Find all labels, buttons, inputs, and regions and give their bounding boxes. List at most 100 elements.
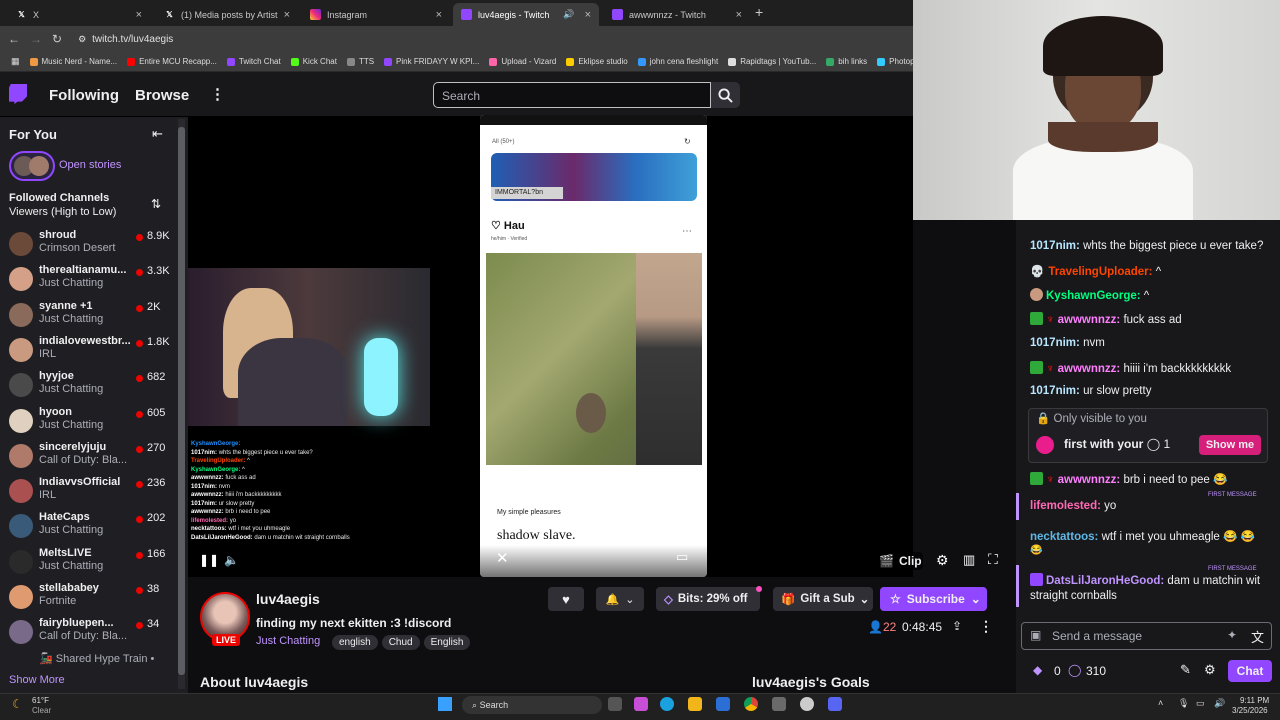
search-input[interactable]: Search [433,82,711,108]
notifications-button[interactable]: 🔔 ⌄ [596,587,644,611]
file-explorer-icon[interactable] [688,697,702,711]
store-icon[interactable] [716,697,730,711]
app-icon[interactable] [800,697,814,711]
more-vertical-icon[interactable]: ⋮ [210,85,225,103]
stream-category[interactable]: Just Chatting [256,635,320,647]
close-icon[interactable]: × [136,9,142,21]
bookmark-9[interactable]: john cena fleshlight [633,57,724,66]
sidebar-channel[interactable]: stellababey Fortnite 38 [0,582,178,617]
new-tab-button[interactable]: + [755,4,763,20]
search-button[interactable] [711,82,740,108]
apps-icon[interactable]: ▦ [6,56,25,67]
sort-label[interactable]: Viewers (High to Low) [9,206,116,218]
tag[interactable]: Chud [381,635,420,650]
bookmark-5[interactable]: TTS [342,57,379,66]
close-icon[interactable]: × [436,9,442,21]
settings-icon[interactable]: ⚙ [936,552,949,569]
bookmark-11[interactable]: bih links [821,57,872,66]
app-icon[interactable] [772,697,786,711]
sidebar-channel[interactable]: therealtianamu... Just Chatting 3.3K [0,264,178,299]
bookmark-10[interactable]: Rapidtags | YouTub... [723,57,821,66]
weather-temp[interactable]: 61°F [32,696,49,705]
mic-icon[interactable]: 🎙 [1178,698,1189,709]
bell-icon: 🔔 [605,593,620,606]
taskbar-search[interactable]: ⌕ Search [462,696,602,714]
tab-x[interactable]: 𝕏 X × [8,3,150,26]
close-icon[interactable]: × [736,9,742,21]
speaker-icon[interactable]: 🔊 [563,9,574,20]
show-me-button[interactable]: Show me [1199,435,1261,455]
stories-avatars[interactable] [9,151,55,181]
bookmark-3[interactable]: Twitch Chat [222,57,286,66]
theatre-mode-icon[interactable]: ▥ [963,552,975,568]
chrome-icon[interactable] [744,697,758,711]
sidebar-channel[interactable]: hyoon Just Chatting 605 [0,406,178,441]
sidebar-scrollbar[interactable] [178,119,185,689]
pen-icon[interactable]: ✎ [1180,662,1191,678]
gift-sub-button[interactable]: 🎁 Gift a Sub ⌄ [773,587,873,611]
volume-icon[interactable]: 🔈 [224,553,239,567]
back-icon[interactable]: ← [8,32,20,46]
chat-send-button[interactable]: Chat [1228,660,1272,682]
sidebar-channel[interactable]: shroud Crimson Desert 8.9K [0,229,178,264]
share-icon[interactable]: ⇪ [952,619,962,633]
bits-button[interactable]: ◇ Bits: 29% off [656,587,760,611]
task-view-icon[interactable] [608,697,622,711]
copilot-icon[interactable] [634,697,648,711]
subscribe-button[interactable]: ☆ Subscribe ⌄ [880,587,987,611]
collapse-sidebar-icon[interactable]: ⇤ [152,126,163,142]
clock-time[interactable]: 9:11 PM [1240,696,1269,705]
site-info-icon[interactable]: ⚙ [78,34,86,45]
url-field[interactable]: ⚙ twitch.tv/luv4aegis [78,34,173,45]
show-more-link[interactable]: Show More [9,674,65,686]
sidebar-channel[interactable]: HateCaps Just Chatting 202 [0,511,178,546]
chat-settings-icon[interactable]: ⚙ [1204,662,1216,678]
speaker-icon[interactable]: 🔊 [1214,698,1225,709]
sort-icon[interactable]: ⇅ [151,197,161,211]
sidebar-channel[interactable]: hyyjoe Just Chatting 682 [0,370,178,405]
channel-name[interactable]: luv4aegis [256,591,320,607]
sidebar-channel[interactable]: sincerelyjuju Call of Duty: Bla... 270 [0,441,178,476]
bookmark-4[interactable]: Kick Chat [286,57,342,66]
tray-chevron-icon[interactable]: ˄ [1158,698,1163,708]
channel-points-icon[interactable]: ◯ [1068,663,1081,677]
windows-start-icon[interactable] [438,697,452,711]
tab-media-posts[interactable]: 𝕏 (1) Media posts by Artist (@oh × [156,3,298,26]
bookmark-1[interactable]: Music Nerd - Name... [25,57,123,66]
pause-icon[interactable]: ❚❚ [199,553,219,567]
sidebar-channel[interactable]: syanne +1 Just Chatting 2K [0,300,178,335]
close-icon[interactable]: × [585,9,591,21]
bookmark-12[interactable]: Photopea [872,57,913,66]
tag[interactable]: English [423,635,471,650]
tab-awwwnnzz[interactable]: awwwnnzz - Twitch × [604,3,750,26]
tag[interactable]: english [332,635,378,650]
edge-icon[interactable] [660,697,674,711]
nav-browse[interactable]: Browse [135,87,189,104]
sidebar-channel[interactable]: indialovewestbr... IRL 1.8K [0,335,178,370]
clip-button[interactable]: 🎬 Clip [873,552,923,570]
tab-luv4aegis[interactable]: luv4aegis - Twitch 🔊 × [453,3,599,26]
open-stories-link[interactable]: Open stories [59,159,121,171]
close-icon[interactable]: × [284,9,290,21]
reload-icon[interactable]: ↻ [52,32,62,46]
fullscreen-icon[interactable]: ⛶ [988,551,998,568]
tab-instagram[interactable]: Instagram × [302,3,450,26]
bookmark-6[interactable]: Pink FRIDAYY W KPI... [379,57,484,66]
sidebar-channel[interactable]: MeltsLIVE Just Chatting 166 [0,547,178,582]
emote-picker-icon[interactable]: ▣ [1030,628,1041,642]
sidebar-channel[interactable]: fairybluepen... Call of Duty: Bla... 34 [0,617,178,652]
bookmark-8[interactable]: Eklipse studio [561,57,632,66]
more-options-icon[interactable]: ⋮ [979,618,993,635]
discord-icon[interactable] [828,697,842,711]
follow-heart-button[interactable]: ♥ [548,587,584,611]
bookmark-7[interactable]: Upload - Vizard [484,57,561,66]
sidebar-channel[interactable]: IndiavvsOfficial IRL 236 [0,476,178,511]
nav-following[interactable]: Following [49,87,119,104]
sparkle-icon[interactable]: ✦ [1227,628,1237,642]
forward-icon[interactable]: → [30,32,42,46]
viewer-count: 34 [147,618,160,631]
bookmark-2[interactable]: Entire MCU Recapp... [122,57,222,66]
translate-icon[interactable]: 文 [1251,627,1264,646]
display-icon[interactable]: ▭ [1196,698,1205,709]
bits-diamond-icon[interactable]: ◆ [1033,663,1042,677]
